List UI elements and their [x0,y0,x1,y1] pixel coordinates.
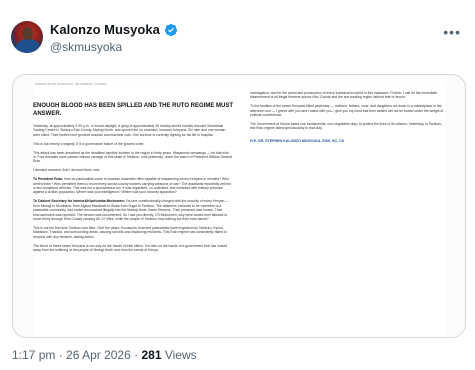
address-label: To Cabinet Secretary for Interior&Kipchu… [33,199,125,204]
tweet-header: Kalonzo Musyoka @skmusyoka ••• [0,0,475,66]
document-paragraph: This is not merely a tragedy. It is a go… [33,141,145,146]
author-handle[interactable]: @skmusyoka [50,40,122,54]
document-paragraph: To the families of the seven Kenyans kil… [250,104,444,118]
tweet-meta: 1:17 pm · 26 Apr 2026 · 281 Views [12,348,197,362]
document-paragraph: To President Ruto: How do pastoralists c… [33,177,233,195]
tweet-time[interactable]: 1:17 pm [12,348,55,362]
document-signature: H.E. DR. STEPHEN KALONZO MUSYOKA, EGH, S… [250,138,345,143]
avatar-face [22,27,33,40]
views-count: 281 [141,348,162,362]
document-left-column: ENOUGH BLOOD HAS BEEN SPILLED AND THE RU… [33,91,233,257]
more-horizontal-icon[interactable]: ••• [443,24,461,40]
document-paragraph: The Government of Kenya bears one fundam… [250,122,443,131]
name-row: Kalonzo Musyoka [50,22,178,37]
document-paragraph: To Cabinet Secretary for Interior&Kipchu… [33,199,233,221]
document-paragraph: This attack has been described as the de… [33,150,233,164]
document-paragraph: investigation, and for the arrest and pr… [250,91,438,100]
document-title: ENOUGH BLOOD HAS BEEN SPILLED AND THE RU… [33,103,234,117]
tweet-date[interactable]: 26 Apr 2026 [66,348,131,362]
views-label: Views [164,348,197,362]
document-paragraph: I demand answers. And I demand them now. [33,168,100,173]
author-display-name[interactable]: Kalonzo Musyoka [50,22,160,37]
document-source: Issued from Bomboni, Mombasa County [35,81,107,86]
document-paragraph: The blood of these seven Kenyans is not … [33,243,228,253]
tweet-image[interactable]: Issued from Bomboni, Mombasa County ENOU… [12,74,466,338]
document-paragraph: Yesterday, at approximately 2:00 p.m., i… [33,124,226,137]
address-label: To President Ruto: [33,177,64,182]
meta-separator: · [134,348,139,362]
avatar-shirt [16,39,40,53]
verified-badge-icon [164,23,177,36]
document-right-column: investigation, and for the arrest and pr… [250,91,445,143]
document-paragraph: This is not the first time Tseikuru has … [33,225,227,239]
avatar[interactable] [11,21,43,53]
address-text: How do pastoralists come to possess auto… [33,177,231,195]
press-statement-document: Issued from Bomboni, Mombasa County ENOU… [33,81,445,337]
meta-separator: · [58,348,63,362]
